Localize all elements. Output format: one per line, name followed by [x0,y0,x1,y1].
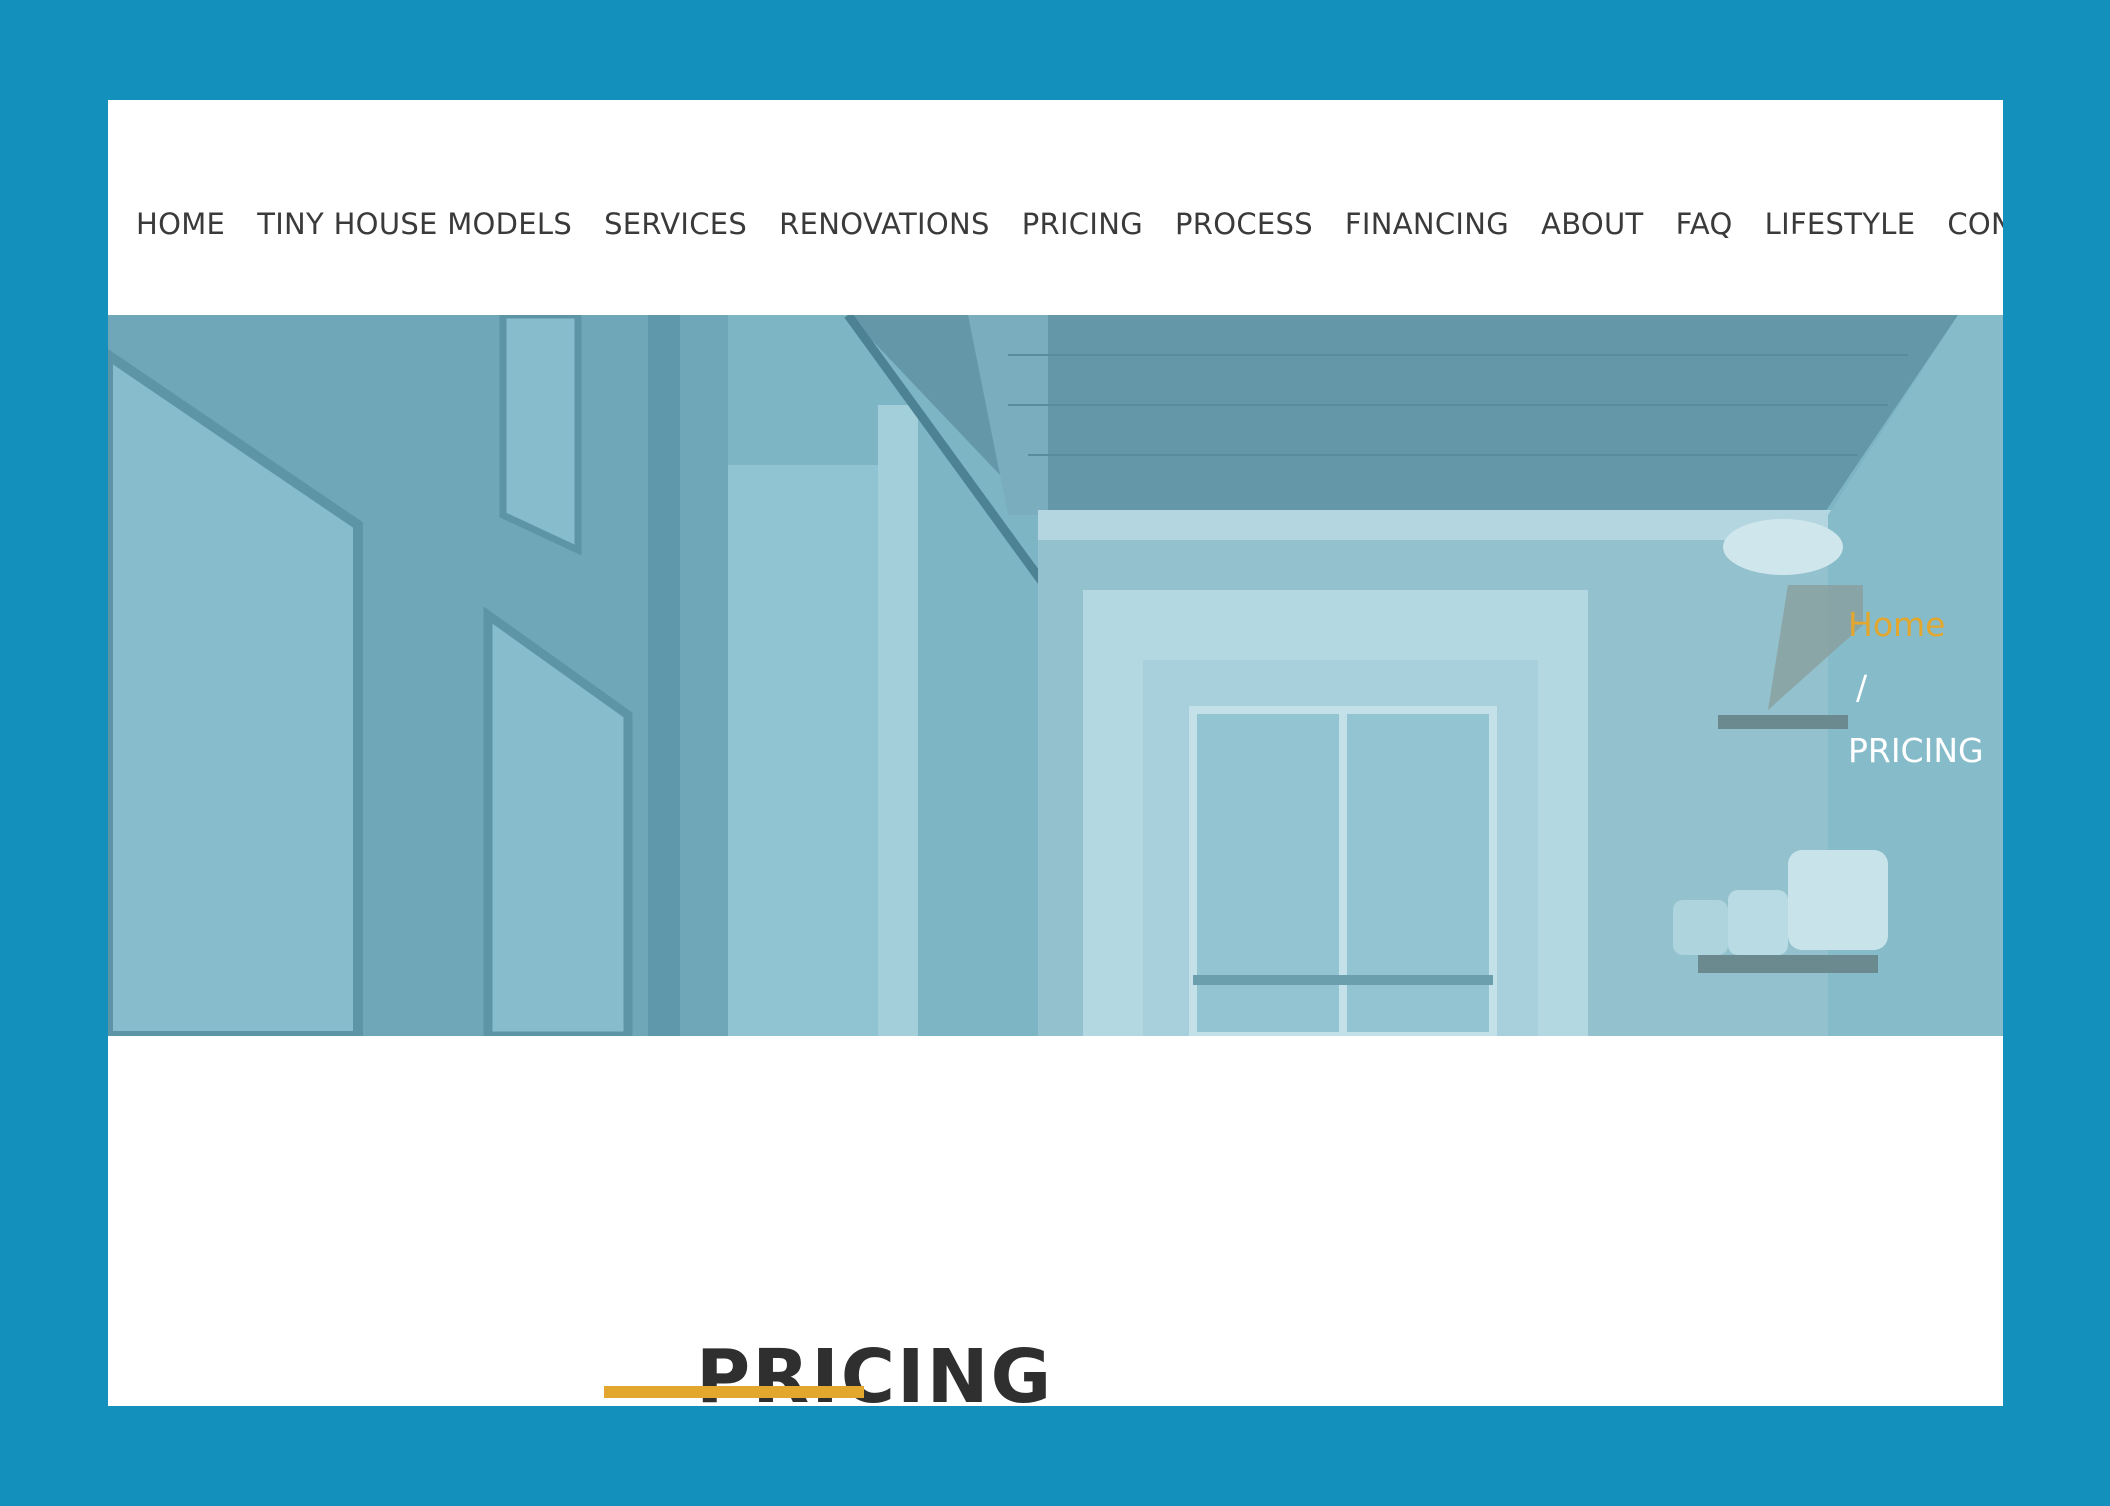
nav-item-process[interactable]: PROCESS [1175,206,1313,242]
hero-background-image [108,315,2003,1036]
breadcrumb-separator: / [1856,668,1868,707]
breadcrumb-home-link[interactable]: Home [1848,593,1998,656]
breadcrumb-current-page: PRICING [1848,731,1984,770]
hero-banner: Home / PRICING [108,315,2003,1036]
nav-item-about[interactable]: ABOUT [1541,206,1644,242]
title-underline-accent [604,1386,864,1398]
main-navigation: HOME TINY HOUSE MODELS SERVICES RENOVATI… [108,100,2003,315]
nav-item-lifestyle[interactable]: LIFESTYLE [1765,206,1916,242]
breadcrumb: Home / PRICING [1848,593,1998,782]
nav-item-tiny-house-models[interactable]: TINY HOUSE MODELS [257,206,572,242]
nav-item-home[interactable]: HOME [136,206,225,242]
nav-item-contact[interactable]: CONTACT [1947,206,2003,242]
nav-item-services[interactable]: SERVICES [604,206,747,242]
nav-menu: HOME TINY HOUSE MODELS SERVICES RENOVATI… [136,206,2003,242]
nav-item-financing[interactable]: FINANCING [1345,206,1509,242]
nav-item-faq[interactable]: FAQ [1676,206,1733,242]
page-frame: HOME TINY HOUSE MODELS SERVICES RENOVATI… [108,100,2003,1406]
nav-item-renovations[interactable]: RENOVATIONS [779,206,990,242]
nav-item-pricing[interactable]: PRICING [1022,206,1143,242]
main-content: PRICING [108,1036,2003,1406]
